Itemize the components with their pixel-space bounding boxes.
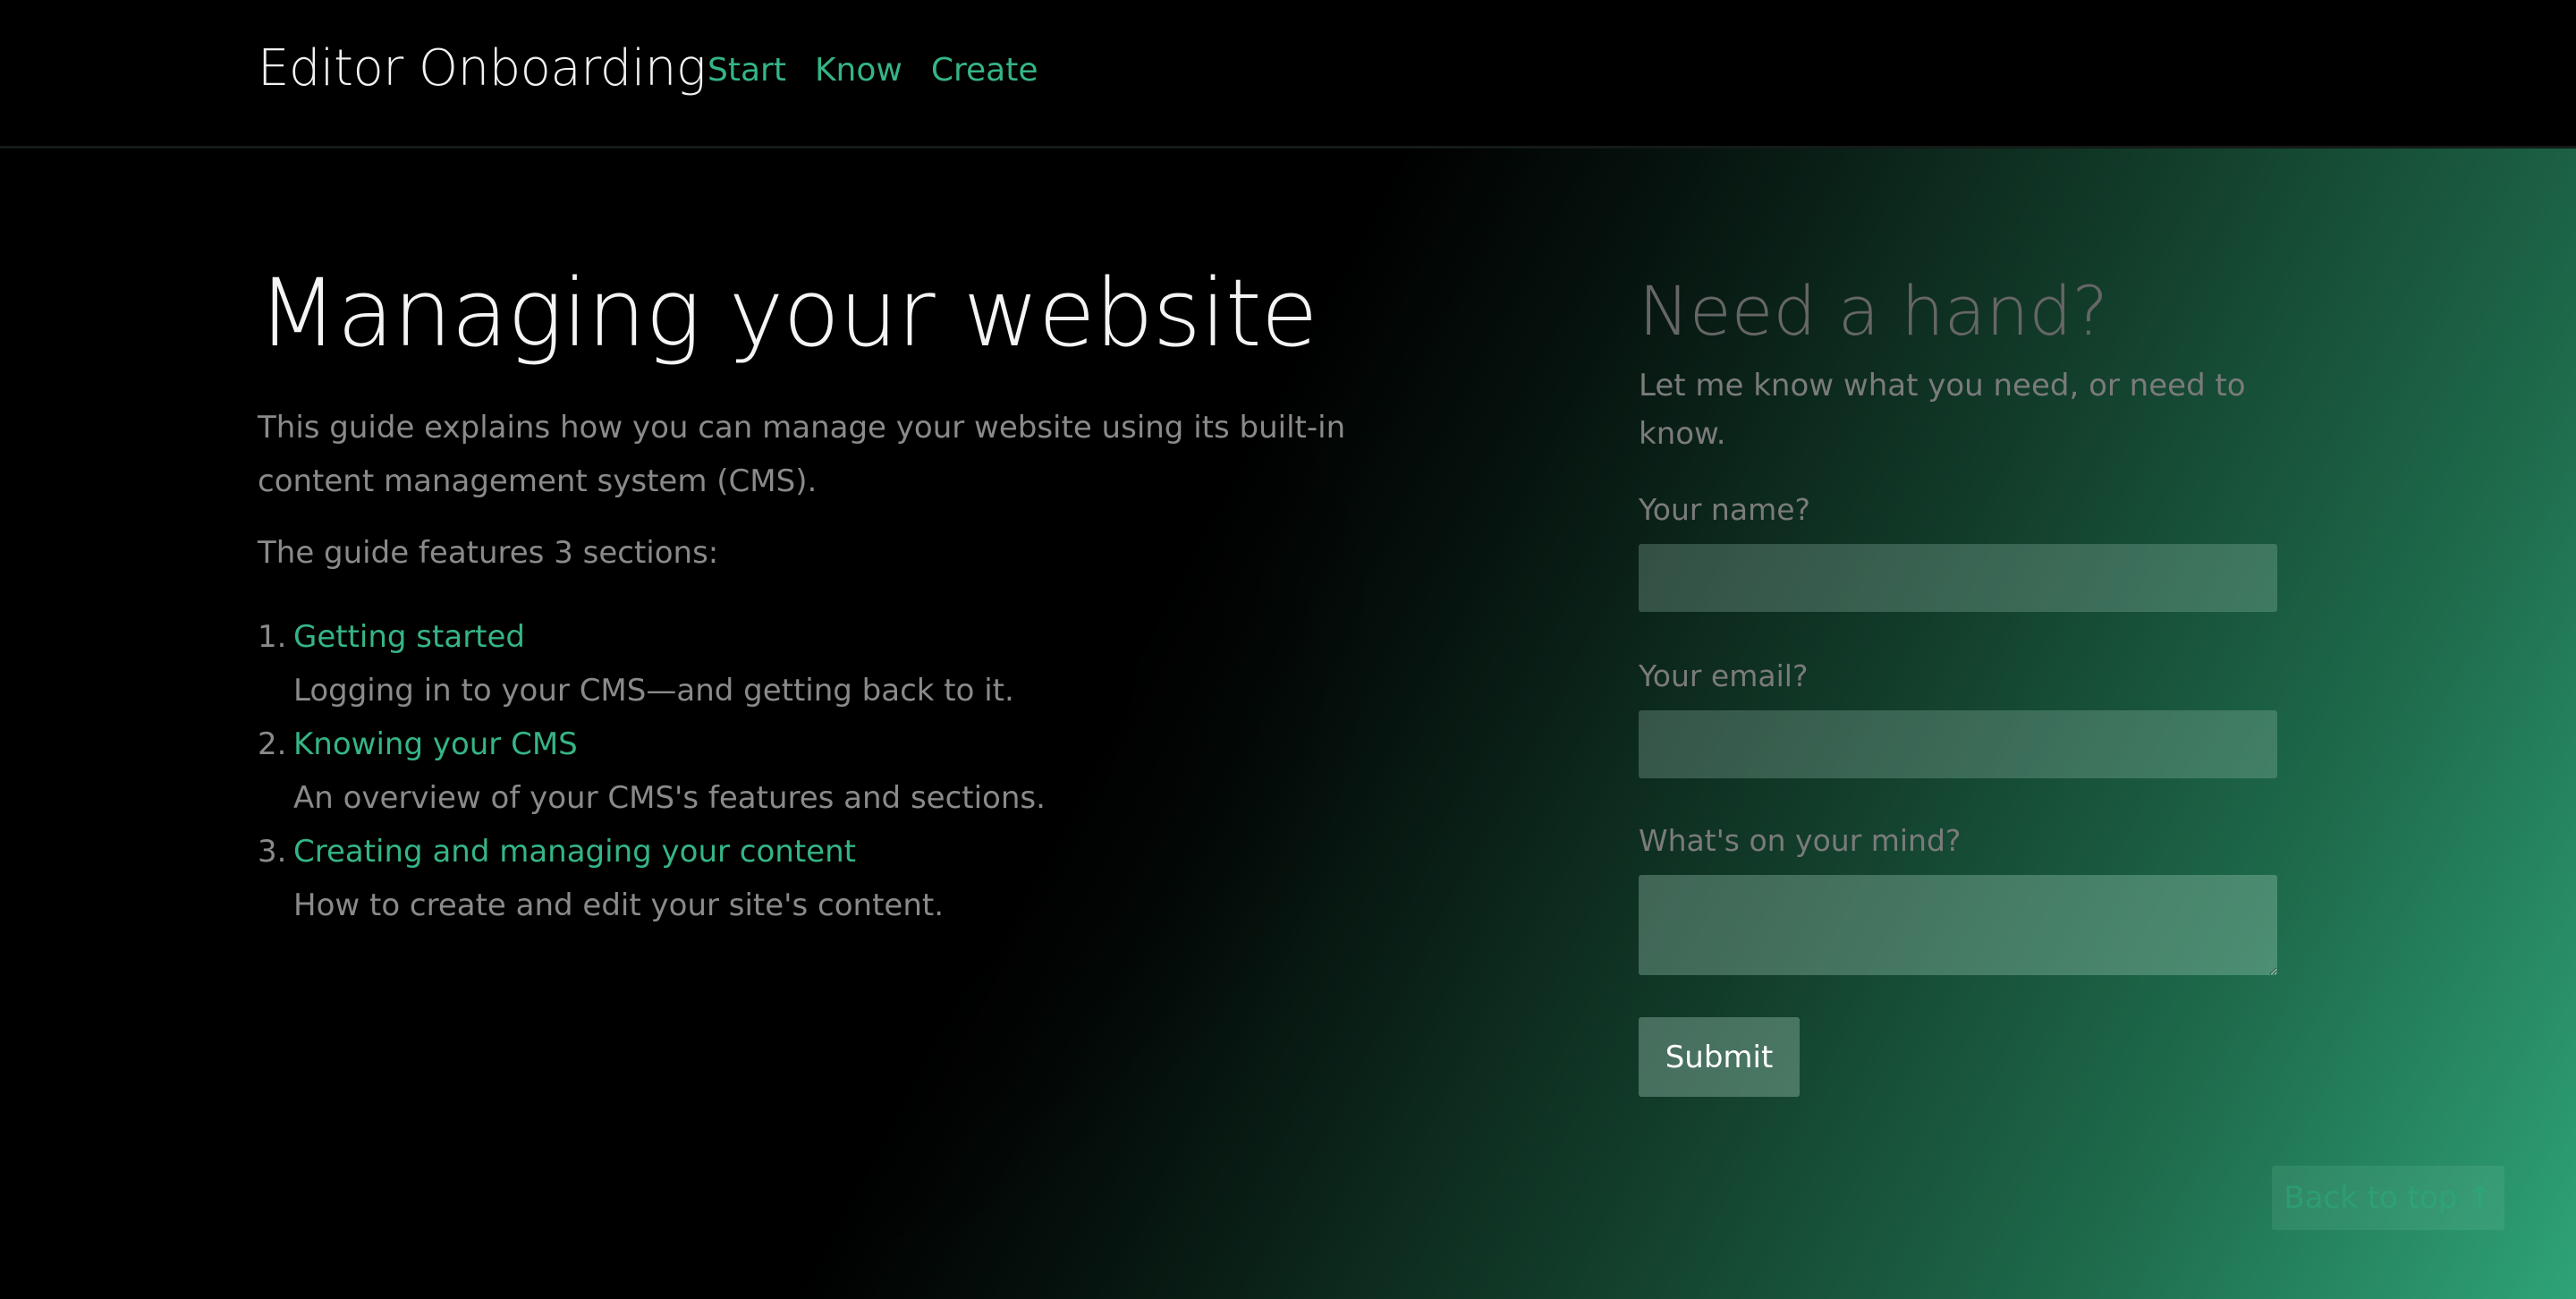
guide-section-item: 3. Creating and managing your content Ho…	[258, 825, 1420, 932]
guide-link-creating-content[interactable]: Creating and managing your content	[293, 834, 856, 870]
guide-section-item: 1. Getting started Logging in to your CM…	[258, 610, 1420, 717]
main-content: Managing your website This guide explain…	[0, 149, 2576, 1299]
message-textarea[interactable]	[1639, 875, 2277, 975]
guide-section-description: How to create and edit your site's conte…	[293, 887, 945, 923]
guide-link-knowing-cms[interactable]: Knowing your CMS	[293, 726, 578, 762]
guide-section-description: Logging in to your CMS—and getting back …	[293, 673, 1014, 709]
nav-link-create[interactable]: Create	[931, 52, 1038, 89]
guide-section-number: 2.	[258, 726, 287, 762]
help-form-subtitle: Let me know what you need, or need to kn…	[1639, 368, 2246, 452]
nav-link-know[interactable]: Know	[815, 52, 902, 89]
page-title: Managing your website	[258, 259, 1318, 368]
guide-sections-list: 1. Getting started Logging in to your CM…	[258, 610, 1420, 932]
email-field[interactable]	[1639, 710, 2277, 778]
site-header: Editor Onboarding Start Know Create	[0, 0, 2576, 149]
guide-section-number: 1.	[258, 619, 287, 655]
back-to-top-button[interactable]: Back to top ↑	[2272, 1166, 2504, 1230]
main-nav: Start Know Create	[708, 52, 1038, 89]
guide-section-item: 2. Knowing your CMS An overview of your …	[258, 717, 1420, 825]
message-field-label: What's on your mind?	[1639, 823, 1962, 858]
nav-link-start[interactable]: Start	[708, 52, 786, 89]
email-field-label: Your email?	[1639, 658, 1809, 693]
name-field-label: Your name?	[1639, 492, 1811, 527]
name-field[interactable]	[1639, 544, 2277, 612]
site-brand[interactable]: Editor Onboarding	[258, 39, 706, 98]
guide-section-description: An overview of your CMS's features and s…	[293, 780, 1046, 816]
guide-section-number: 3.	[258, 834, 287, 870]
submit-button[interactable]: Submit	[1639, 1017, 1800, 1097]
sections-note: The guide features 3 sections:	[258, 535, 719, 571]
intro-paragraph: This guide explains how you can manage y…	[258, 410, 1346, 499]
help-form-title: Need a hand?	[1639, 271, 2108, 351]
guide-link-getting-started[interactable]: Getting started	[293, 619, 525, 655]
